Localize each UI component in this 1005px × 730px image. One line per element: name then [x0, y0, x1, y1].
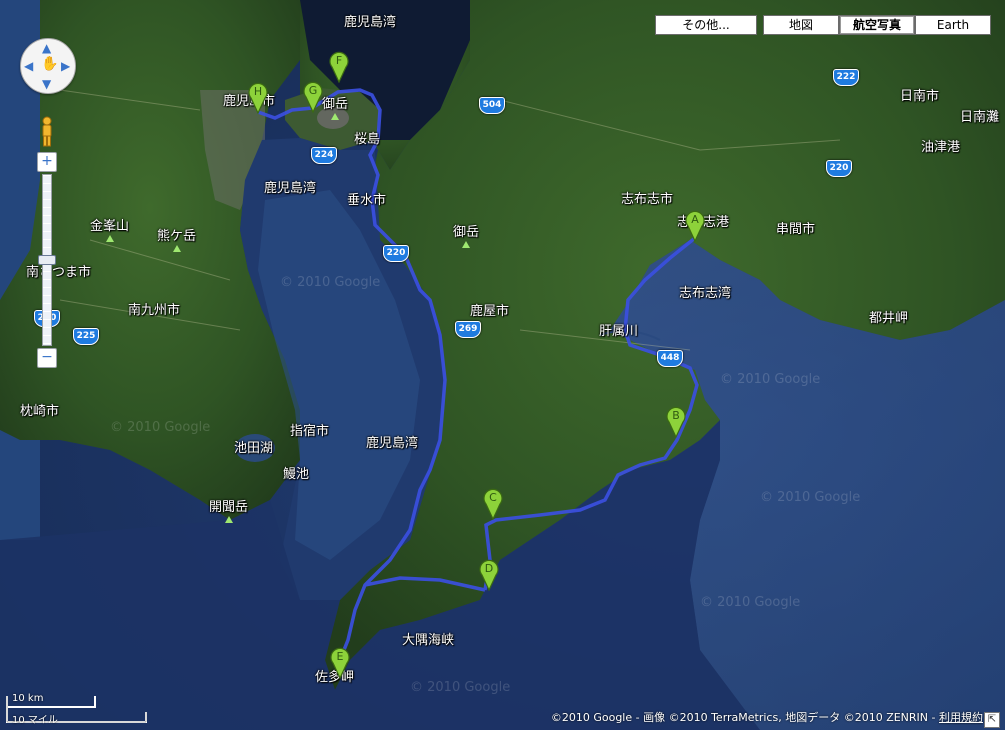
pan-control[interactable]: ▲ ▼ ◀ ▶ ✋	[20, 38, 76, 94]
route-marker-h[interactable]: H	[247, 80, 269, 114]
overview-map-toggle-icon[interactable]: ⇱	[984, 712, 1000, 728]
pan-right-icon[interactable]: ▶	[61, 60, 70, 72]
pegman-icon[interactable]	[40, 116, 54, 148]
place-label-ontake-sakurajima: 御岳	[322, 97, 349, 120]
map-type-satellite-button[interactable]: 航空写真	[839, 15, 915, 35]
highway-shield: 220	[826, 160, 852, 177]
scale-bar: 10 km 10 マイル	[6, 690, 151, 726]
place-label-kagoshima-bay-north: 鹿児島湾	[344, 15, 397, 30]
pan-up-icon[interactable]: ▲	[42, 42, 51, 54]
place-label-sakurajima: 桜島	[354, 132, 381, 147]
svg-text:D: D	[485, 562, 493, 575]
svg-text:C: C	[489, 491, 497, 504]
watermark: © 2010 Google	[410, 680, 511, 695]
place-label-minamikyushu: 南九州市	[128, 303, 181, 318]
place-label-ikedako: 池田湖	[234, 441, 274, 456]
route-marker-g[interactable]: G	[302, 79, 324, 113]
place-label-nichinan: 日南市	[900, 89, 940, 104]
route-marker-e[interactable]: E	[329, 645, 351, 679]
place-label-kanoya: 鹿屋市	[470, 304, 510, 319]
scale-miles-label: 10 マイル	[12, 715, 58, 726]
pan-left-icon[interactable]: ◀	[24, 60, 33, 72]
hand-icon: ✋	[41, 56, 59, 72]
watermark: © 2010 Google	[720, 372, 821, 387]
place-label-kagoshima-bay-south: 鹿児島湾	[366, 436, 419, 451]
map-type-map-button[interactable]: 地図	[763, 15, 839, 35]
attribution: ©2010 Google - 画像 ©2010 TerraMetrics, 地図…	[551, 709, 983, 725]
place-label-shibushi-bay: 志布志湾	[679, 286, 732, 301]
svg-text:H: H	[254, 85, 262, 98]
route-marker-d[interactable]: D	[478, 557, 500, 591]
place-label-osumi-strait: 大隅海峡	[402, 633, 455, 648]
zoom-out-button[interactable]: −	[37, 348, 57, 368]
route-marker-b[interactable]: B	[665, 404, 687, 438]
route-marker-a[interactable]: A	[684, 208, 706, 242]
highway-shield: 504	[479, 97, 505, 114]
highway-shield: 224	[311, 147, 337, 164]
watermark: © 2010 Google	[110, 420, 211, 435]
place-label-kushima: 串間市	[776, 222, 816, 237]
watermark: © 2010 Google	[700, 595, 801, 610]
svg-text:A: A	[691, 213, 699, 226]
svg-text:B: B	[672, 409, 680, 422]
place-label-makurazaki: 枕崎市	[20, 404, 60, 419]
place-label-shibushi-city: 志布志市	[621, 192, 674, 207]
svg-text:E: E	[337, 650, 344, 663]
terms-of-use-link[interactable]: 利用規約	[939, 711, 983, 724]
place-label-unagiike: 鰻池	[283, 467, 310, 482]
map-type-earth-button[interactable]: Earth	[915, 15, 991, 35]
highway-shield: 269	[455, 321, 481, 338]
place-label-toimisaki: 都井岬	[869, 311, 909, 326]
pan-down-icon[interactable]: ▼	[42, 78, 51, 90]
place-label-ontake-osumi: 御岳	[453, 225, 480, 248]
place-label-ibusuki: 指宿市	[290, 424, 330, 439]
highway-shield: 220	[383, 245, 409, 262]
highway-shield: 225	[73, 328, 99, 345]
place-label-kaimondake: 開聞岳	[209, 500, 249, 523]
watermark: © 2010 Google	[280, 275, 381, 290]
place-label-tarumizu: 垂水市	[347, 193, 387, 208]
place-label-kenagatake: 熊ケ岳	[157, 229, 197, 252]
zoom-in-button[interactable]: +	[37, 152, 57, 172]
scale-km-label: 10 km	[12, 693, 44, 704]
map-type-more-button[interactable]: その他...	[655, 15, 757, 35]
watermark: © 2010 Google	[760, 490, 861, 505]
zoom-control: + −	[37, 152, 57, 368]
attribution-text: ©2010 Google - 画像 ©2010 TerraMetrics, 地図…	[550, 711, 939, 724]
highway-shield: 448	[657, 350, 683, 367]
svg-text:F: F	[336, 54, 342, 67]
place-label-kimotsukigawa: 肝属川	[599, 324, 639, 339]
place-label-nichinan-bay: 日南灘	[960, 110, 1000, 125]
zoom-slider-thumb[interactable]	[38, 255, 56, 265]
place-label-minamisatsuma: 南さつま市	[26, 265, 92, 280]
place-label-kagoshima-bay-west: 鹿児島湾	[264, 181, 317, 196]
highway-shield: 222	[833, 69, 859, 86]
svg-text:G: G	[309, 84, 318, 97]
place-label-aburatsu: 油津港	[921, 140, 961, 155]
route-marker-c[interactable]: C	[482, 486, 504, 520]
place-label-kinposan: 金峯山	[90, 219, 130, 242]
map-canvas[interactable]: © 2010 Google © 2010 Google © 2010 Googl…	[0, 0, 1005, 730]
route-marker-f[interactable]: F	[328, 49, 350, 83]
